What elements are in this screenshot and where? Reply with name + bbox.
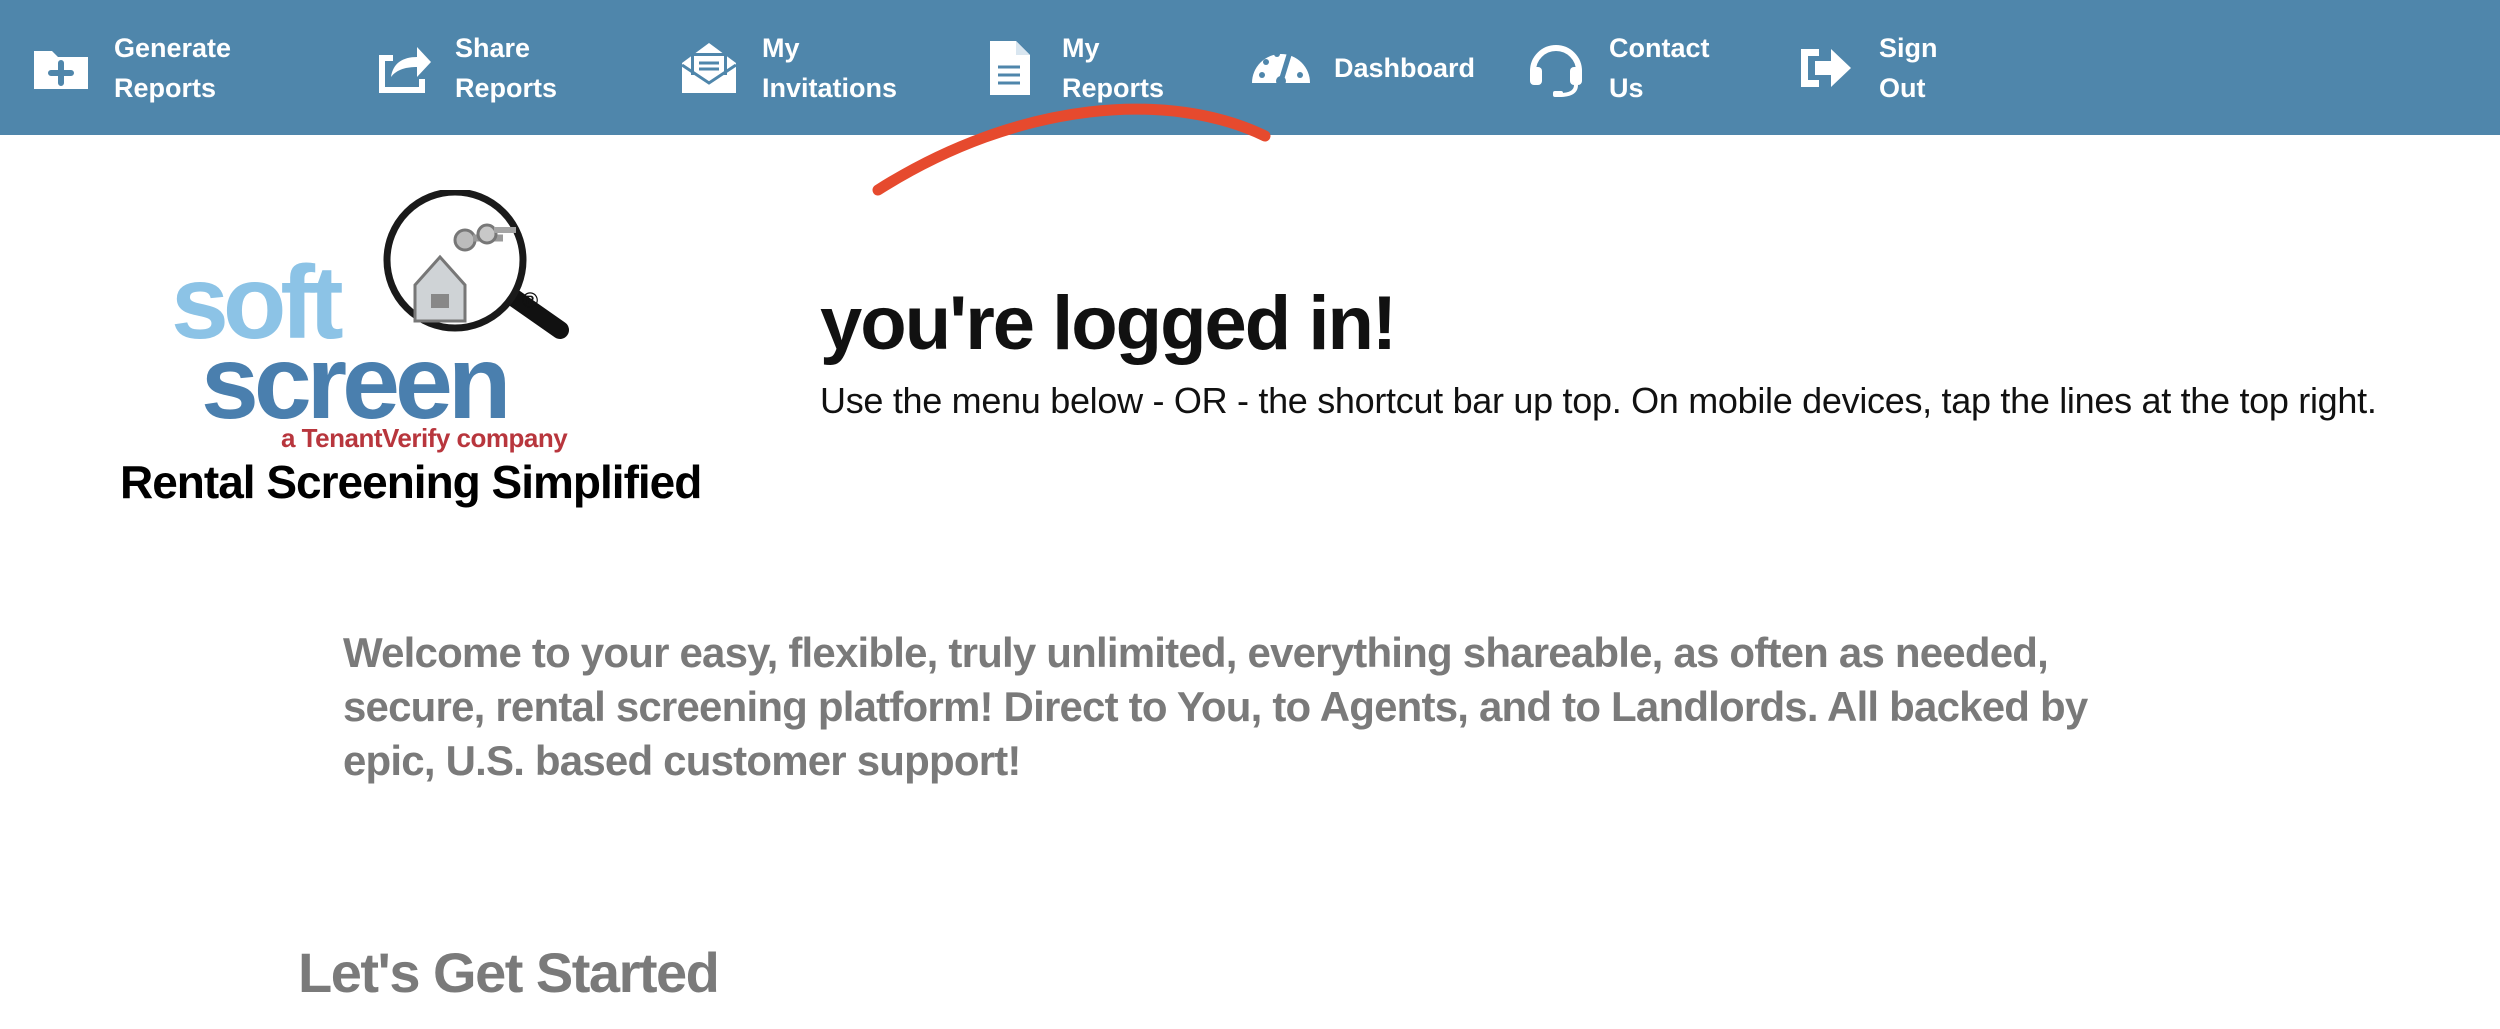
nav-label: Generate Reports xyxy=(114,32,232,103)
logo-registered: ® xyxy=(522,288,538,313)
nav-label: Sign Out xyxy=(1879,32,1938,103)
logo-tagline: Rental Screening Simplified xyxy=(120,456,702,508)
logo-company: a TenantVerify company xyxy=(281,423,568,453)
section-heading-get-started: Let's Get Started xyxy=(298,941,720,1004)
headset-icon xyxy=(1525,37,1587,99)
page-title: you're logged in! xyxy=(820,281,1397,366)
dashboard-gauge-icon xyxy=(1250,37,1312,99)
nav-my-reports[interactable]: My Reports xyxy=(978,0,1164,135)
nav-sign-out[interactable]: Sign Out xyxy=(1795,0,1938,135)
nav-generate-reports[interactable]: Generate Reports xyxy=(30,0,231,135)
share-icon xyxy=(371,37,433,99)
document-icon xyxy=(978,37,1040,99)
nav-contact-us[interactable]: Contact Us xyxy=(1525,0,1710,135)
nav-label: My Invitations xyxy=(762,32,898,103)
nav-label: Dashboard xyxy=(1334,52,1476,83)
welcome-text: Welcome to your easy, flexible, truly un… xyxy=(343,629,2088,784)
nav-my-invitations[interactable]: My Invitations xyxy=(678,0,897,135)
nav-dashboard[interactable]: Dashboard xyxy=(1250,0,1475,135)
nav-label: My Reports xyxy=(1062,32,1165,103)
top-nav-bar: Generate Reports Share Reports My Invita… xyxy=(0,0,2500,135)
softscreen-logo: ® soft screen a TenantVerify company xyxy=(165,188,585,460)
nav-share-reports[interactable]: Share Reports xyxy=(371,0,557,135)
page-subtitle: Use the menu below - OR - the shortcut b… xyxy=(820,380,2377,421)
sign-out-icon xyxy=(1795,37,1857,99)
nav-label: Contact Us xyxy=(1609,32,1710,103)
nav-label: Share Reports xyxy=(455,32,558,103)
folder-plus-icon xyxy=(30,37,92,99)
envelope-open-icon xyxy=(678,37,740,99)
